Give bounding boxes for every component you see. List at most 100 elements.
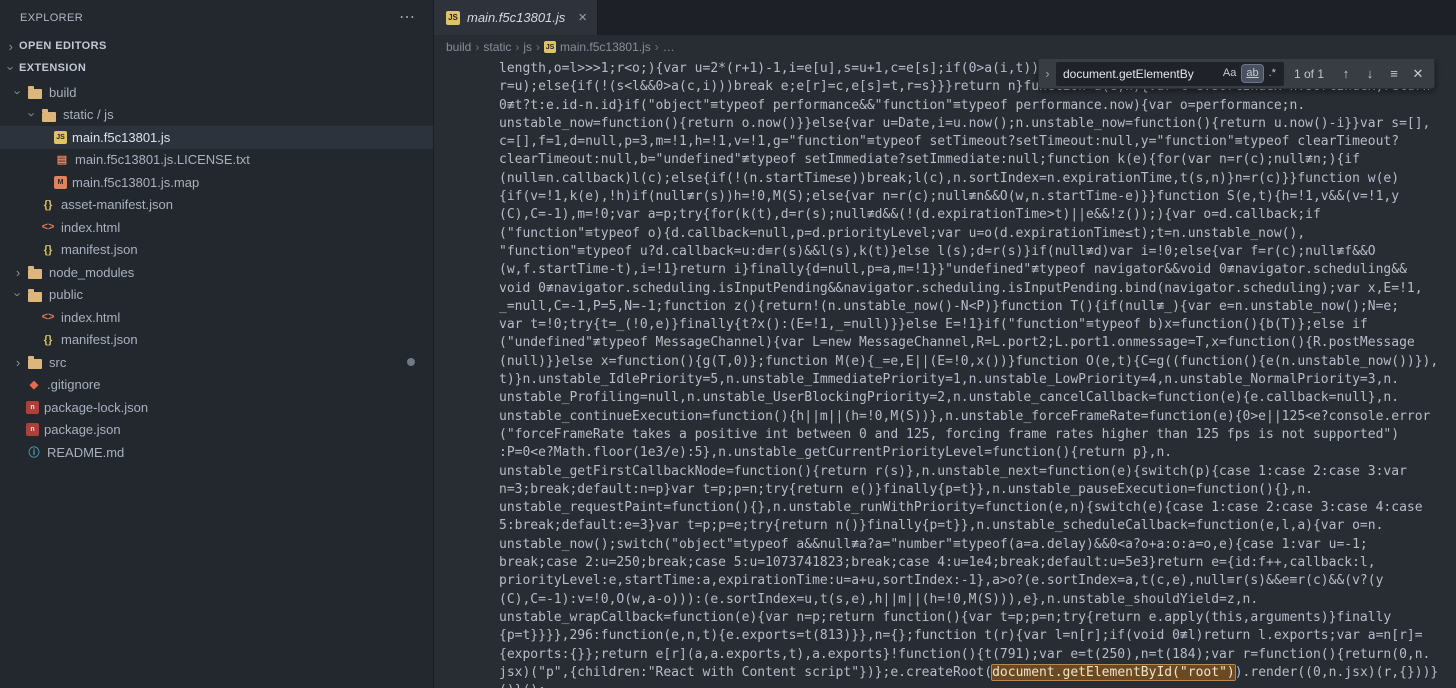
vscode-window: EXPLORER ⋯ › OPEN EDITORS › EXTENSION › … — [0, 0, 1456, 688]
section-label: EXTENSION — [19, 62, 87, 74]
tree-item[interactable]: › public — [0, 284, 433, 307]
chevron-right-icon: › — [15, 264, 21, 280]
whole-word-toggle[interactable]: ab — [1242, 65, 1263, 82]
json-icon: {} — [43, 333, 53, 346]
explorer-more-actions-icon[interactable]: ⋯ — [399, 9, 415, 26]
file-label: manifest.json — [61, 242, 138, 258]
chevron-right-icon: › — [8, 38, 14, 54]
chevron-right-icon: › — [15, 354, 21, 370]
tree-item[interactable]: ⓘ README.md — [0, 441, 433, 464]
file-label: main.f5c13801.js — [72, 129, 171, 145]
file-label: asset-manifest.json — [61, 197, 173, 213]
tree-item[interactable]: › build — [0, 81, 433, 104]
file-label: index.html — [61, 219, 121, 235]
breadcrumb: build › static › js › JS main.f5c13801.j… — [434, 35, 1456, 59]
html-icon: <> — [41, 311, 55, 324]
find-widget: › document.getElementBy Aa ab .* 1 of 1 … — [1037, 59, 1435, 89]
section-label: OPEN EDITORS — [19, 40, 107, 52]
tree-item[interactable]: {} asset-manifest.json — [0, 194, 433, 217]
editor-group: JS main.f5c13801.js × build › static › j… — [434, 0, 1456, 688]
tree-item[interactable]: M main.f5c13801.js.map — [0, 171, 433, 194]
file-tree: › build › static / js JS main.f5c13801.j… — [0, 81, 433, 464]
find-in-selection-icon[interactable]: ≡ — [1382, 62, 1406, 86]
breadcrumb-separator-icon: › — [515, 40, 520, 54]
breadcrumb-item-build[interactable]: build — [446, 40, 471, 54]
json-icon: {} — [43, 198, 53, 211]
js-file-icon: JS — [446, 10, 460, 25]
tree-item[interactable]: › src — [0, 351, 433, 374]
folder-icon — [28, 86, 42, 100]
tab-label: main.f5c13801.js — [467, 10, 566, 25]
toggle-replace-icon[interactable]: › — [1039, 59, 1056, 88]
breadcrumb-item-static[interactable]: static — [483, 40, 511, 54]
section-open-editors[interactable]: › OPEN EDITORS — [0, 35, 433, 57]
match-case-toggle[interactable]: Aa — [1219, 65, 1240, 81]
js-file-icon: JS — [544, 41, 557, 53]
breadcrumb-item-symbol[interactable]: … — [663, 40, 675, 54]
npm-icon: n — [26, 400, 39, 414]
regex-toggle[interactable]: .* — [1265, 65, 1280, 81]
file-label: node_modules — [49, 264, 135, 280]
file-label: static / js — [63, 107, 114, 123]
file-label: index.html — [61, 309, 121, 325]
file-label: main.f5c13801.js.map — [72, 174, 200, 190]
breadcrumb-separator-icon: › — [475, 40, 480, 54]
chevron-down-icon: › — [10, 292, 26, 297]
tree-item[interactable]: {} manifest.json — [0, 239, 433, 262]
explorer-header: EXPLORER ⋯ — [0, 0, 433, 35]
tree-item[interactable]: n package-lock.json — [0, 396, 433, 419]
file-label: package-lock.json — [44, 399, 149, 415]
map-icon: M — [54, 175, 67, 189]
tree-item[interactable]: › static / js — [0, 104, 433, 127]
file-label: main.f5c13801.js.LICENSE.txt — [75, 152, 250, 168]
breadcrumb-item-js[interactable]: js — [523, 40, 532, 54]
tab-close-icon[interactable]: × — [578, 10, 587, 25]
tree-item[interactable]: ▤ main.f5c13801.js.LICENSE.txt — [0, 149, 433, 172]
git-icon: ◆ — [29, 379, 39, 392]
explorer-sidebar: EXPLORER ⋯ › OPEN EDITORS › EXTENSION › … — [0, 0, 434, 688]
tree-item[interactable]: ◆ .gitignore — [0, 374, 433, 397]
code-content: length,o=l>>>1;r<o;){var u=2*(r+1)-1,i=e… — [434, 59, 1456, 688]
file-label: src — [49, 354, 67, 370]
npm-icon: n — [26, 423, 39, 437]
modified-dot — [407, 358, 415, 367]
tree-item[interactable]: › node_modules — [0, 261, 433, 284]
js-icon: JS — [54, 130, 67, 144]
chevron-down-icon: › — [10, 90, 26, 95]
find-next-icon[interactable]: ↓ — [1358, 62, 1382, 86]
file-label: build — [49, 84, 77, 100]
breadcrumb-item-file[interactable]: main.f5c13801.js — [560, 40, 651, 54]
editor-pane[interactable]: length,o=l>>>1;r<o;){var u=2*(r+1)-1,i=e… — [434, 59, 1456, 688]
file-label: public — [49, 287, 83, 303]
md-icon: ⓘ — [28, 447, 40, 460]
find-close-icon[interactable]: ✕ — [1406, 62, 1430, 86]
tab-bar: JS main.f5c13801.js × — [434, 0, 1456, 35]
file-label: manifest.json — [61, 332, 138, 348]
breadcrumb-separator-icon: › — [536, 40, 541, 54]
folder-icon — [28, 266, 42, 280]
txt-icon: ▤ — [56, 154, 68, 167]
tree-item[interactable]: {} manifest.json — [0, 329, 433, 352]
explorer-title: EXPLORER — [20, 11, 84, 24]
find-previous-icon[interactable]: ↑ — [1334, 62, 1358, 86]
file-label: README.md — [47, 444, 125, 460]
code-segment: length,o=l>>>1;r<o;){var u=2*(r+1)-1,i=e… — [499, 61, 1439, 680]
tab-main-f5c13801-js[interactable]: JS main.f5c13801.js × — [434, 0, 599, 35]
tree-item[interactable]: <> index.html — [0, 216, 433, 239]
find-results-count: 1 of 1 — [1293, 66, 1324, 81]
json-icon: {} — [43, 243, 53, 256]
folder-icon — [28, 356, 42, 370]
breadcrumb-separator-icon: › — [654, 40, 659, 54]
tree-item[interactable]: JS main.f5c13801.js — [0, 126, 433, 149]
find-input[interactable]: document.getElementBy Aa ab .* — [1055, 61, 1284, 86]
find-input-value: document.getElementBy — [1062, 66, 1194, 81]
search-match-highlight: document.getElementById("root") — [992, 664, 1235, 680]
folder-icon — [42, 108, 56, 122]
file-label: .gitignore — [47, 377, 101, 393]
chevron-down-icon: › — [24, 112, 40, 117]
folder-icon — [28, 288, 42, 302]
tree-item[interactable]: <> index.html — [0, 306, 433, 329]
section-extension-root[interactable]: › EXTENSION — [0, 57, 433, 79]
tree-item[interactable]: n package.json — [0, 419, 433, 442]
chevron-down-icon: › — [3, 65, 19, 71]
